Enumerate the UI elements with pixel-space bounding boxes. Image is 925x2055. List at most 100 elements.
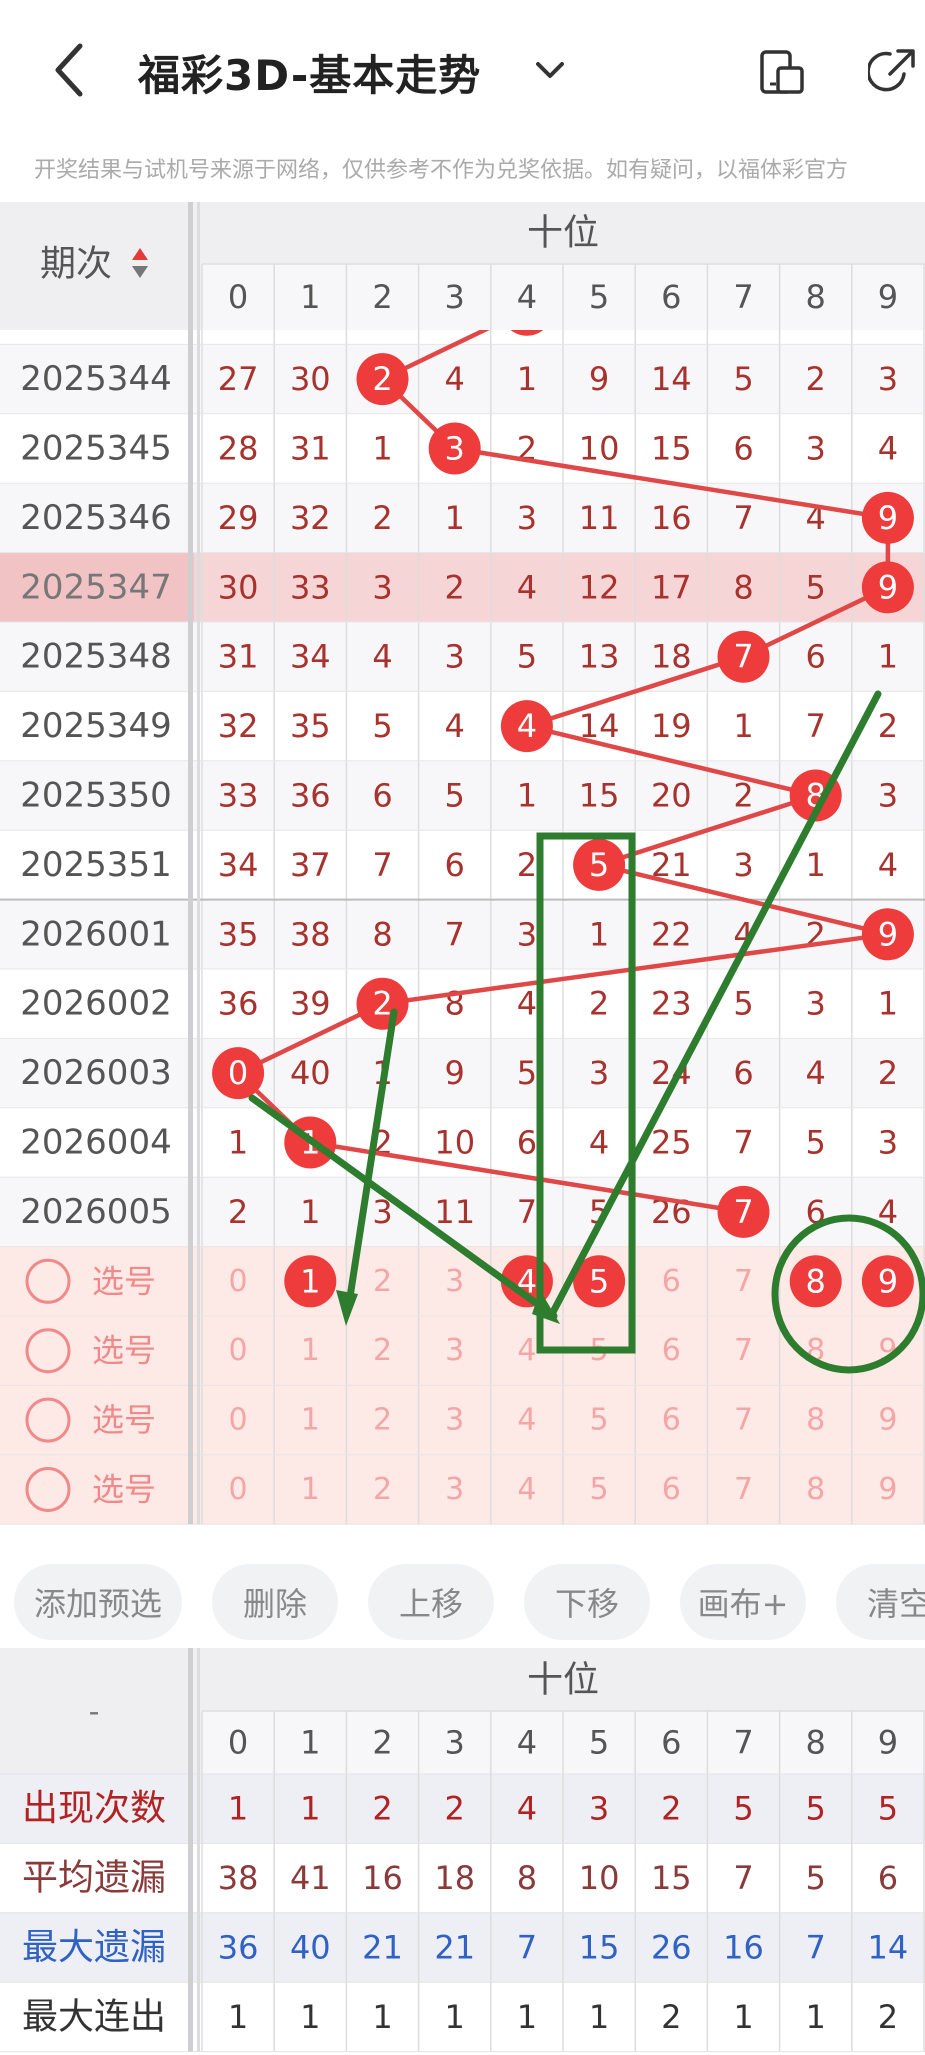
move-up-button[interactable]: 上移 bbox=[368, 1564, 494, 1640]
cell-value: 1 bbox=[517, 360, 537, 398]
period-label: 2025351 bbox=[20, 845, 171, 885]
stats-value: 38 bbox=[218, 1859, 259, 1897]
stats-value: 10 bbox=[579, 1859, 620, 1897]
cell-value: 13 bbox=[579, 638, 620, 676]
cell-value: 3 bbox=[372, 568, 392, 606]
cell-value: 9 bbox=[589, 360, 609, 398]
cell-value: 1 bbox=[372, 430, 392, 468]
stats-value: 16 bbox=[723, 1929, 764, 1967]
select-digit: 0 bbox=[229, 1472, 248, 1507]
stats-corner-label: - bbox=[89, 1695, 100, 1730]
select-digit: 0 bbox=[229, 1333, 248, 1368]
cell-value: 1 bbox=[878, 638, 898, 676]
select-digit: 9 bbox=[878, 1403, 897, 1438]
select-digit: 9 bbox=[878, 1472, 897, 1507]
cell-value: 8 bbox=[445, 985, 465, 1023]
stats-value: 2 bbox=[372, 1790, 392, 1828]
period-label: 2026003 bbox=[20, 1053, 171, 1093]
cell-value: 17 bbox=[651, 568, 692, 606]
stats-value: 1 bbox=[228, 1790, 248, 1828]
cell-value: 10 bbox=[434, 1124, 475, 1162]
select-digit: 5 bbox=[590, 1403, 609, 1438]
select-digit: 3 bbox=[445, 1403, 464, 1438]
select-digit: 3 bbox=[445, 1472, 464, 1507]
select-digit: 6 bbox=[662, 1333, 681, 1368]
stats-value: 2 bbox=[661, 1998, 681, 2036]
cell-value: 1 bbox=[806, 846, 826, 884]
cell-value: 8 bbox=[733, 568, 753, 606]
cell-value: 4 bbox=[517, 985, 537, 1023]
delete-button[interactable]: 删除 bbox=[212, 1564, 338, 1640]
cell-value: 29 bbox=[218, 499, 259, 537]
stats-value: 1 bbox=[228, 1998, 248, 2036]
stats-value: 1 bbox=[372, 1998, 392, 2036]
hit-ball-number: 9 bbox=[878, 915, 898, 953]
cell-value: 22 bbox=[651, 915, 692, 953]
cell-value: 10 bbox=[579, 430, 620, 468]
cell-value: 37 bbox=[290, 846, 331, 884]
clear-button[interactable]: 清空 bbox=[836, 1564, 925, 1640]
stats-digit-header: 7 bbox=[733, 1724, 753, 1762]
cell-value: 23 bbox=[651, 985, 692, 1023]
digit-header: 2 bbox=[372, 278, 392, 316]
period-label: 2026001 bbox=[20, 914, 171, 954]
select-digit: 3 bbox=[445, 1333, 464, 1368]
phone-icon[interactable] bbox=[758, 46, 808, 96]
period-label: 2025345 bbox=[20, 429, 171, 469]
move-down-button[interactable]: 下移 bbox=[524, 1564, 650, 1640]
cell-value: 3 bbox=[517, 499, 537, 537]
cell-value: 7 bbox=[733, 1124, 753, 1162]
action-bar: 添加预选 删除 上移 下移 画布+ 清空 bbox=[0, 1542, 925, 1648]
period-label: 2025344 bbox=[20, 359, 171, 399]
hit-ball-number: 0 bbox=[228, 1054, 248, 1092]
digit-header: 9 bbox=[878, 278, 898, 316]
canvas-plus-button[interactable]: 画布+ bbox=[680, 1564, 806, 1640]
hit-ball-number: 2 bbox=[372, 985, 392, 1023]
stats-value: 5 bbox=[806, 1790, 826, 1828]
select-label: 选号 bbox=[92, 1262, 156, 1300]
stats-digit-header: 5 bbox=[589, 1724, 609, 1762]
cell-value: 1 bbox=[878, 985, 898, 1023]
cell-value: 39 bbox=[290, 985, 331, 1023]
cell-value: 1 bbox=[300, 1193, 320, 1231]
select-digit: 4 bbox=[517, 1472, 536, 1507]
cell-value: 30 bbox=[290, 360, 331, 398]
select-digit: 2 bbox=[373, 1403, 392, 1438]
add-preselect-button[interactable]: 添加预选 bbox=[14, 1564, 182, 1640]
cell-value: 7 bbox=[372, 846, 392, 884]
stats-value: 16 bbox=[362, 1859, 403, 1897]
cell-value: 5 bbox=[806, 1124, 826, 1162]
cell-value: 9 bbox=[445, 1054, 465, 1092]
cell-value: 40 bbox=[290, 1054, 331, 1092]
cell-value: 3 bbox=[517, 915, 537, 953]
cell-value: 32 bbox=[290, 499, 331, 537]
back-arrow-icon[interactable] bbox=[48, 40, 98, 100]
select-digit: 4 bbox=[517, 1403, 536, 1438]
selected-ball-number: 8 bbox=[806, 1262, 826, 1300]
select-digit: 0 bbox=[229, 1264, 248, 1299]
select-label: 选号 bbox=[92, 1332, 156, 1370]
period-header: 期次 bbox=[40, 244, 112, 285]
select-digit: 4 bbox=[517, 1333, 536, 1368]
select-label: 选号 bbox=[92, 1401, 156, 1439]
share-icon[interactable] bbox=[868, 46, 918, 96]
cell-value: 6 bbox=[517, 1124, 537, 1162]
stats-value: 40 bbox=[290, 1929, 331, 1967]
digit-header: 7 bbox=[733, 278, 753, 316]
select-digit: 7 bbox=[734, 1264, 753, 1299]
chevron-down-icon[interactable] bbox=[530, 52, 570, 88]
select-digit: 1 bbox=[301, 1403, 320, 1438]
cell-value: 5 bbox=[806, 568, 826, 606]
digit-header: 1 bbox=[300, 278, 320, 316]
cell-value: 2 bbox=[517, 846, 537, 884]
cell-value: 4 bbox=[806, 1054, 826, 1092]
cell-value: 4 bbox=[445, 707, 465, 745]
stats-value: 21 bbox=[362, 1929, 403, 1967]
stats-value: 1 bbox=[733, 1998, 753, 2036]
cell-value: 3 bbox=[445, 638, 465, 676]
digit-header: 6 bbox=[661, 278, 681, 316]
stats-value: 21 bbox=[434, 1929, 475, 1967]
page-title: 福彩3D-基本走势 bbox=[138, 51, 482, 100]
cell-value: 4 bbox=[445, 360, 465, 398]
period-label: 2025350 bbox=[20, 776, 171, 816]
